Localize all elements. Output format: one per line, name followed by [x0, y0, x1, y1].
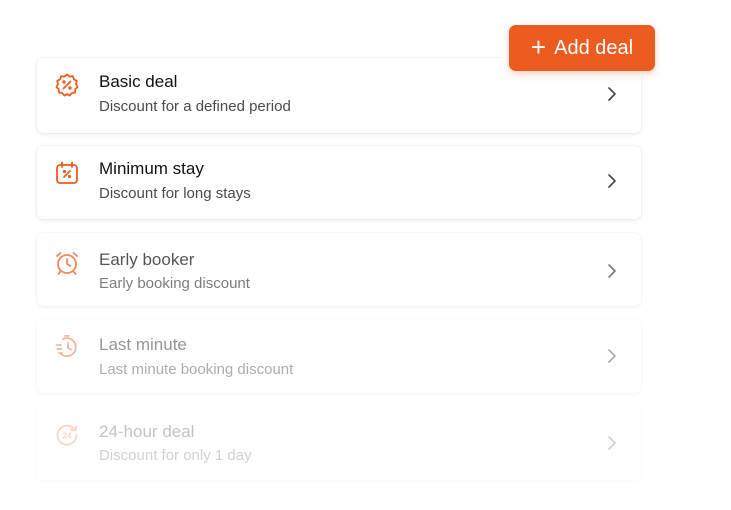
svg-text:24: 24	[63, 432, 72, 441]
deal-subtitle: Last minute booking discount	[99, 361, 294, 378]
fast-timer-icon	[54, 334, 80, 360]
deal-title: Early booker	[99, 250, 195, 269]
deal-item-24-hour-deal[interactable]: 24 24-hour deal Discount for only 1 day	[37, 406, 641, 480]
deal-title: Minimum stay	[99, 159, 204, 178]
deal-title: Last minute	[99, 335, 187, 354]
deal-title: Basic deal	[99, 72, 178, 91]
deal-subtitle: Discount for only 1 day	[99, 447, 252, 464]
chevron-right-icon	[605, 173, 619, 189]
deal-subtitle: Early booking discount	[99, 275, 250, 292]
deal-title: 24-hour deal	[99, 422, 195, 441]
percent-badge-icon	[54, 72, 80, 98]
chevron-right-icon	[605, 86, 619, 102]
calendar-percent-icon	[54, 160, 80, 186]
add-deal-button[interactable]: + Add deal	[509, 25, 655, 71]
chevron-right-icon	[605, 348, 619, 364]
deal-item-last-minute[interactable]: Last minute Last minute booking discount	[37, 319, 641, 393]
deal-subtitle: Discount for long stays	[99, 185, 251, 202]
24-hour-icon: 24	[54, 422, 80, 448]
plus-icon: +	[530, 32, 547, 62]
deal-item-early-booker[interactable]: Early booker Early booking discount	[37, 233, 641, 306]
alarm-clock-icon	[54, 250, 80, 276]
deal-subtitle: Discount for a defined period	[99, 98, 291, 115]
deal-item-minimum-stay[interactable]: Minimum stay Discount for long stays	[37, 146, 641, 219]
add-deal-label: Add deal	[554, 36, 634, 59]
chevron-right-icon	[605, 435, 619, 451]
chevron-right-icon	[605, 263, 619, 279]
